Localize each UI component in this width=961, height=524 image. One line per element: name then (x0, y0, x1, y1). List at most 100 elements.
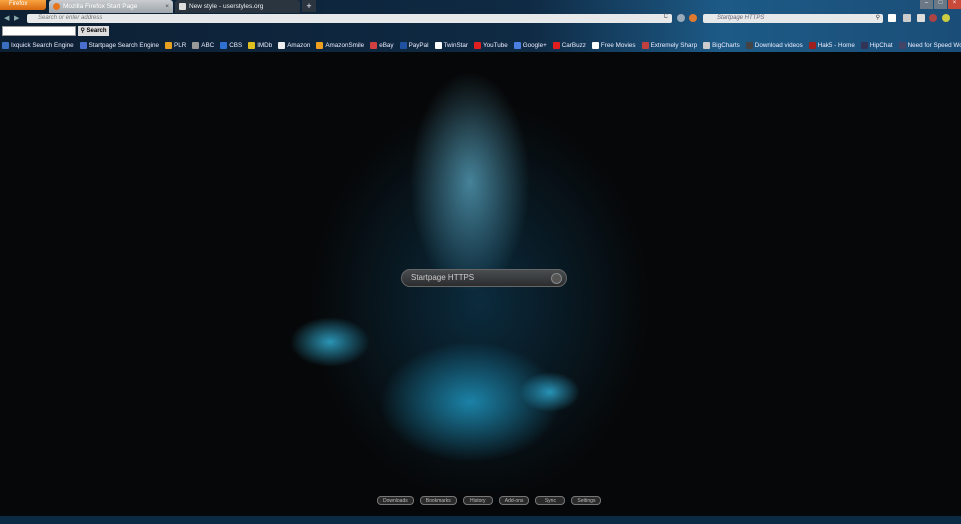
search-icon[interactable]: ⚲ (876, 14, 880, 21)
bookmark-item[interactable]: Need for Speed World (898, 40, 961, 51)
bookmark-item[interactable]: Extremely Sharp (641, 40, 698, 51)
start-page-search[interactable]: Startpage HTTPS (401, 269, 567, 287)
bookmark-item[interactable]: Amazon (278, 40, 310, 51)
bookmark-favicon-icon (808, 42, 816, 49)
bookmark-favicon-icon (278, 42, 286, 49)
start-sync-button[interactable]: Sync (535, 496, 566, 505)
start-page-buttons: Downloads Bookmarks History Add-ons Sync Sett… (377, 496, 602, 505)
url-bar[interactable]: Search or enter address C (27, 14, 672, 23)
addon-icon[interactable] (942, 14, 950, 22)
bookmark-favicon-icon (2, 42, 9, 49)
start-history-button[interactable]: History (462, 496, 493, 505)
bookmark-label: BigCharts (712, 42, 740, 49)
maximize-button[interactable]: □ (934, 0, 947, 9)
new-tab-button[interactable]: + (302, 0, 316, 12)
bookmark-favicon-icon (474, 42, 482, 49)
bookmark-label: Download videos (754, 42, 803, 49)
bookmark-label: Extremely Sharp (650, 42, 698, 49)
search-bar[interactable]: Startpage HTTPS ⚲ (703, 14, 883, 23)
tab-userstyles[interactable]: New style - userstyles.org (175, 0, 300, 13)
bookmark-favicon-icon (513, 42, 521, 49)
forward-button[interactable]: ▶ (14, 14, 19, 22)
userstyles-icon (179, 3, 186, 10)
bookmark-label: PLR (174, 42, 187, 49)
bookmark-item[interactable]: CBS (220, 40, 242, 51)
bookmark-item[interactable]: BigCharts (703, 40, 740, 51)
toolbar-search-button[interactable]: ⚲ Search (78, 26, 109, 36)
bookmark-favicon-icon (552, 42, 560, 49)
back-button[interactable]: ◀ (4, 14, 9, 22)
bookmark-favicon-icon (316, 42, 324, 49)
start-settings-button[interactable]: Settings (571, 496, 602, 505)
bookmark-item[interactable]: TwinStar (434, 40, 468, 51)
addon-icon[interactable] (929, 14, 937, 22)
bookmark-item[interactable]: Download videos (745, 40, 803, 51)
minimize-button[interactable]: – (920, 0, 933, 9)
bookmark-item[interactable]: AmazonSmile (316, 40, 364, 51)
bookmarks-toolbar: Ixquick Search Engine Startpage Search En… (0, 40, 961, 51)
bookmark-item[interactable]: Free Movies (591, 40, 636, 51)
bookmark-item[interactable]: Ixquick Search Engine (2, 40, 74, 51)
bookmark-label: Startpage Search Engine (88, 42, 160, 49)
bookmark-item[interactable]: PayPal (399, 40, 429, 51)
bookmark-label: PayPal (408, 42, 429, 49)
status-bar (0, 516, 961, 524)
tab-title: Mozilla Firefox Start Page (63, 3, 138, 10)
bookmark-label: AmazonSmile (325, 42, 365, 49)
bookmark-item[interactable]: YouTube (474, 40, 508, 51)
bookmark-favicon-icon (220, 42, 228, 49)
bookmark-favicon-icon (399, 42, 407, 49)
addon-icon[interactable] (689, 14, 697, 22)
home-icon[interactable] (917, 14, 925, 22)
toolbar-search-input[interactable] (2, 26, 76, 36)
tab-title: New style - userstyles.org (189, 3, 264, 10)
bookmark-favicon-icon (248, 42, 256, 49)
url-placeholder: Search or enter address (38, 15, 103, 21)
bookmark-favicon-icon (898, 42, 906, 49)
bookmark-item[interactable]: Startpage Search Engine (79, 40, 160, 51)
bookmark-item[interactable]: CarBuzz (552, 40, 586, 51)
bookmark-label: Hak5 - Home (817, 42, 855, 49)
search-go-button[interactable] (551, 273, 562, 284)
start-bookmarks-button[interactable]: Bookmarks (419, 496, 457, 505)
tab-start-page[interactable]: Mozilla Firefox Start Page × (49, 0, 173, 13)
bookmark-label: YouTube (483, 42, 508, 49)
close-window-button[interactable]: × (948, 0, 961, 9)
search-button-label: Search (86, 28, 107, 34)
download-icon[interactable] (888, 14, 896, 22)
bookmark-favicon-icon (641, 42, 649, 49)
bookmark-label: Need for Speed World (907, 42, 961, 49)
bookmark-favicon-icon (165, 42, 173, 49)
bookmark-item[interactable]: PLR (165, 40, 186, 51)
bookmark-label: Amazon (287, 42, 311, 49)
bookmark-favicon-icon (860, 42, 868, 49)
bookmark-label: eBay (379, 42, 394, 49)
start-downloads-button[interactable]: Downloads (377, 496, 414, 505)
bookmark-label: IMDb (257, 42, 273, 49)
bookmark-item[interactable]: IMDb (248, 40, 272, 51)
bookmark-favicon-icon (591, 42, 599, 49)
bookmark-label: CBS (229, 42, 243, 49)
bookmark-label: HipChat (869, 42, 893, 49)
bookmark-item[interactable]: Hak5 - Home (808, 40, 855, 51)
bookmark-item[interactable]: eBay (370, 40, 394, 51)
firefox-menu-button[interactable]: Firefox (0, 0, 46, 10)
navigation-bar: ◀ ▶ Search or enter address C Startpage … (0, 13, 961, 24)
bookmark-label: ABC (201, 42, 215, 49)
bookmark-label: CarBuzz (561, 42, 586, 49)
bookmark-label: Google+ (522, 42, 547, 49)
bookmark-favicon-icon (703, 42, 711, 49)
bookmark-label: Ixquick Search Engine (11, 42, 74, 49)
reload-icon[interactable]: C (664, 14, 668, 20)
addon-icon[interactable] (677, 14, 685, 22)
bookmark-item[interactable]: ABC (192, 40, 214, 51)
bookmark-favicon-icon (192, 42, 200, 49)
bookmark-favicon-icon (434, 42, 442, 49)
bookmark-favicon-icon (745, 42, 753, 49)
bookmarks-icon[interactable] (903, 14, 911, 22)
close-tab-icon[interactable]: × (165, 3, 169, 10)
firefox-icon (53, 3, 60, 10)
bookmark-item[interactable]: HipChat (860, 40, 893, 51)
bookmark-item[interactable]: Google+ (513, 40, 547, 51)
start-addons-button[interactable]: Add-ons (498, 496, 530, 505)
